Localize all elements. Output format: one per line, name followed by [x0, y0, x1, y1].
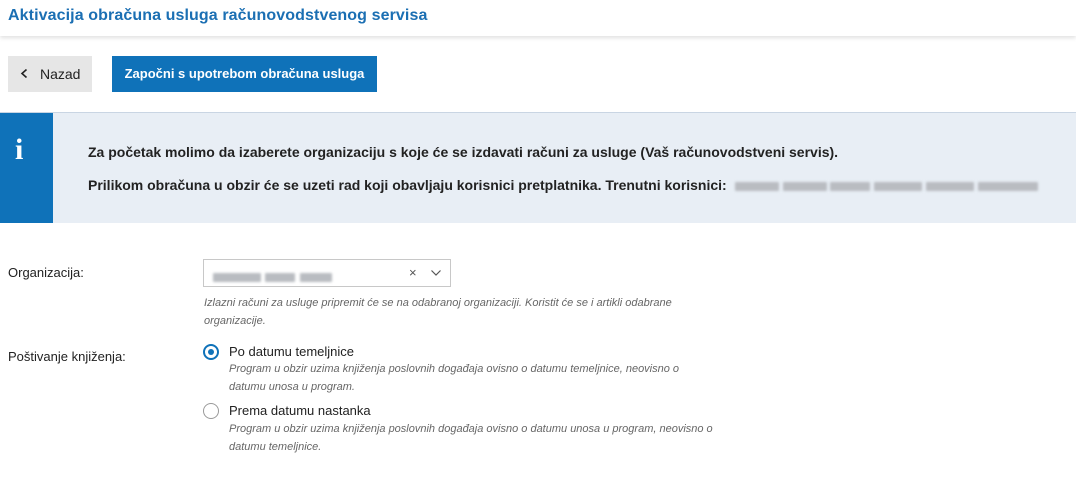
radio-creation-date-hint: Program u obzir uzima knjiženja poslovni…: [229, 423, 713, 453]
info-text-users: Prilikom obračuna u obzir će se uzeti ra…: [88, 177, 1039, 193]
info-stripe: i: [0, 113, 53, 223]
radio-document-date-label[interactable]: Po datumu temeljnice: [229, 344, 354, 359]
organization-hint: Izlazni računi za usluge pripremit će se…: [204, 297, 672, 327]
info-icon: i: [15, 133, 24, 166]
chevron-left-icon: [20, 69, 28, 78]
radio-document-date[interactable]: [203, 344, 219, 360]
start-billing-button[interactable]: Započni s upotrebom obračuna usluga: [112, 56, 377, 92]
organization-label: Organizacija:: [8, 265, 84, 280]
radio-creation-date[interactable]: [203, 403, 219, 419]
radio-document-date-hint: Program u obzir uzima knjiženja poslovni…: [229, 363, 680, 393]
back-button-label: Nazad: [40, 66, 81, 82]
organization-select[interactable]: ×: [203, 259, 451, 287]
chevron-down-icon[interactable]: [431, 269, 441, 277]
start-billing-button-label: Započni s upotrebom obračuna usluga: [124, 66, 365, 81]
info-text-users-prefix: Prilikom obračuna u obzir će se uzeti ra…: [88, 177, 727, 193]
page-title: Aktivacija obračuna usluga računovodstve…: [8, 7, 428, 24]
clear-icon[interactable]: ×: [409, 265, 417, 280]
info-text-organization: Za početak molimo da izaberete organizac…: [88, 144, 839, 160]
radio-creation-date-label[interactable]: Prema datumu nastanka: [229, 403, 371, 418]
posting-label: Poštivanje knjiženja:: [8, 349, 126, 364]
info-panel: i Za početak molimo da izaberete organiz…: [0, 112, 1076, 223]
page-header: Aktivacija obračuna usluga računovodstve…: [0, 0, 1076, 36]
organization-value-redacted: [213, 269, 332, 287]
back-button[interactable]: Nazad: [8, 56, 92, 92]
redacted-users: [734, 177, 1039, 193]
